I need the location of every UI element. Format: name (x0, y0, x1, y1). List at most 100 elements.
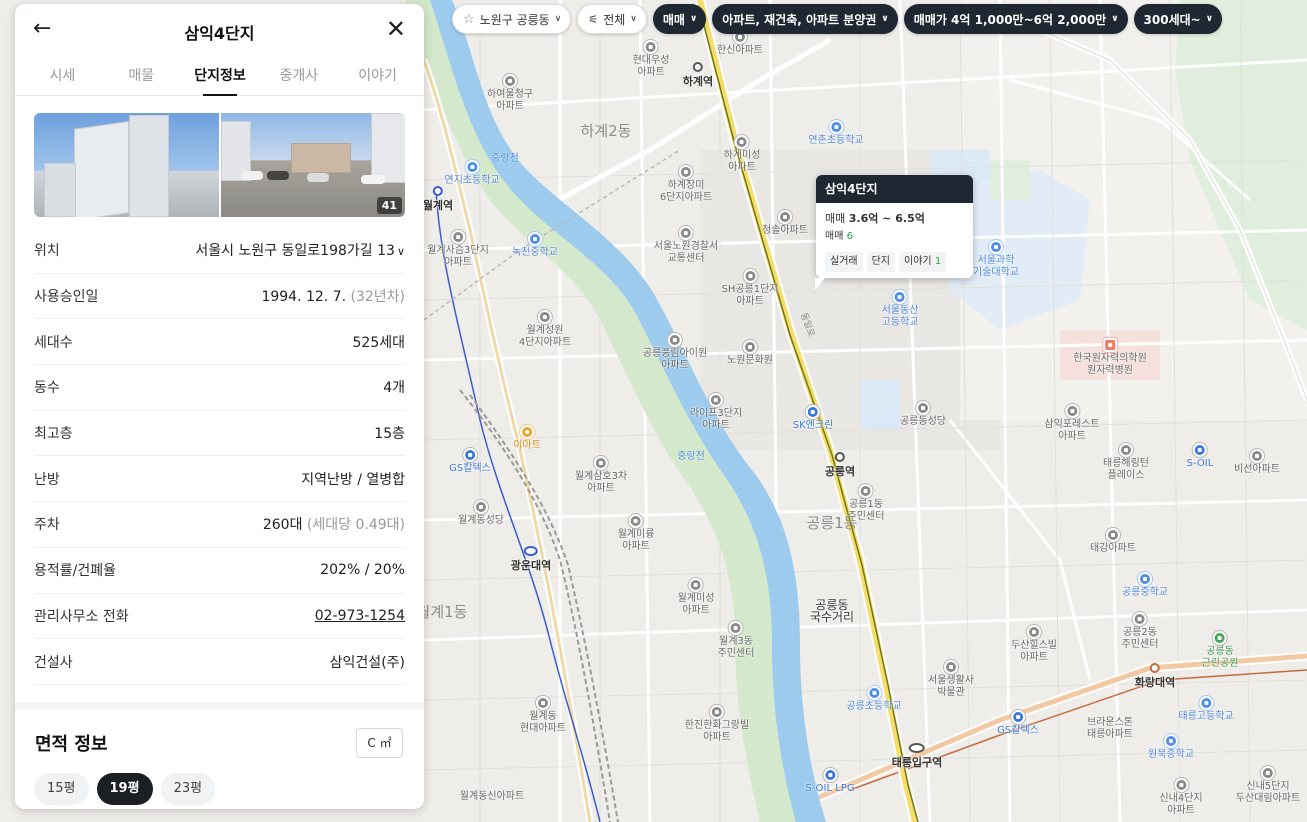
poi-gongneung-church[interactable]: 공릉동성당 (900, 401, 946, 428)
region-filter-chip[interactable]: ☆ 노원구 공릉동 ∨ (452, 4, 572, 34)
poi-doosan-hillsville[interactable]: 두산힐스빌 아파트 (1011, 625, 1057, 664)
station-hwarangdae[interactable]: 화랑대역 (1135, 663, 1175, 690)
poi-gongneung2-center[interactable]: 공릉2동 주민센터 (1122, 612, 1158, 651)
poi-gongneung-elementary[interactable]: 공릉초등학교 (846, 686, 902, 713)
station-gwangwoon[interactable]: 광운대역 (511, 546, 551, 573)
property-type-label: 아파트, 재건축, 아파트 분양권 (722, 12, 877, 27)
poi-sinnae4[interactable]: 신내4단지 아파트 (1159, 778, 1203, 817)
poi-gongneung-middle[interactable]: 공릉중학교 (1122, 572, 1168, 599)
info-row-location[interactable]: 위치 서울시 노원구 동일로198가길 13 ∨ (34, 228, 405, 274)
poi-wolgye-dongsin[interactable]: 월계동신아파트 (460, 776, 524, 803)
office-phone-link[interactable]: 02-973-1254 (315, 608, 405, 624)
households-label: 300세대~ (1143, 12, 1201, 27)
poi-noodle-street[interactable]: 공릉동 국수거리 (810, 584, 854, 623)
poi-cheongsol[interactable]: 청솔아파트 (762, 210, 808, 237)
poi-s-oil[interactable]: S-OIL (1187, 443, 1213, 470)
poi-wolgye-miryung[interactable]: 월계미륭 아파트 (618, 514, 654, 553)
info-row-key: 세대수 (34, 334, 73, 351)
station-gongneung[interactable]: 공릉역 (825, 452, 855, 479)
chevron-down-icon: ∨ (1205, 14, 1214, 24)
poi-gongneung-park[interactable]: 공릉동 근린공원 (1202, 631, 1238, 670)
poi-life3[interactable]: 라이프3단지 아파트 (690, 393, 742, 432)
school-icon (893, 290, 907, 304)
complex-photo-2[interactable]: 41 (220, 113, 405, 217)
building-icon (729, 621, 743, 635)
pyeong-chip-23[interactable]: 23평 (160, 773, 216, 805)
poi-wolgye-samho[interactable]: 월계삼호3차 아파트 (575, 456, 627, 495)
poi-hanjin-hanwha[interactable]: 한진한화그랑빌 아파트 (685, 705, 749, 744)
complex-photo-1[interactable] (34, 113, 219, 217)
complex-marker-popup[interactable]: 삼익4단지 매매 3.6억 ~ 6.5억 매매 6 실거래 단지 이야기 1 (815, 175, 973, 290)
popup-story-button[interactable]: 이야기 1 (899, 252, 947, 272)
tab-complex-info[interactable]: 단지정보 (181, 56, 260, 96)
poi-yeonji-school[interactable]: 연지초등학교 (444, 160, 500, 187)
poi-yeonchon-school[interactable]: 연촌초등학교 (808, 120, 864, 147)
tab-agents[interactable]: 중개사 (259, 56, 338, 95)
poi-gongneung1-center[interactable]: 공릉1동 주민센터 (848, 484, 884, 523)
school-icon (989, 240, 1003, 254)
poi-hayeoul[interactable]: 하여울청구 아파트 (487, 74, 533, 113)
poi-emart[interactable]: 이마트 (513, 425, 541, 452)
poi-pungrim-iwon[interactable]: 공릉풍림아이원 아파트 (643, 333, 707, 372)
poi-wolgye-church[interactable]: 월계동성당 (458, 500, 504, 527)
poi-sh-gongneung[interactable]: SH공릉1단지 아파트 (721, 269, 779, 308)
all-filter-chip[interactable]: ⚟ 전체 ∨ (577, 4, 647, 34)
poi-brownstone[interactable]: 브라운스톤 태릉아파트 (1087, 702, 1133, 741)
poi-wolgye-seongwon[interactable]: 월계성원 4단지아파트 (519, 310, 571, 349)
poi-sinnae5[interactable]: 신내5단지 두산대림아파트 (1236, 766, 1300, 805)
station-hagye[interactable]: 하계역 (683, 62, 713, 89)
poi-biseon[interactable]: 비선아파트 (1234, 449, 1280, 476)
poi-hanshin[interactable]: 한신아파트 (717, 30, 763, 57)
households-chip[interactable]: 300세대~ ∨ (1133, 4, 1223, 34)
tab-stories[interactable]: 이야기 (338, 56, 417, 95)
poi-taegang[interactable]: 태강아파트 (1090, 528, 1136, 555)
popup-complex-button[interactable]: 단지 (866, 252, 896, 272)
poi-nowon-culture[interactable]: 노원문화원 (727, 340, 773, 367)
poi-gs-caltex-2[interactable]: GS칼텍스 (997, 710, 1039, 737)
chevron-down-icon[interactable]: ∨ (397, 245, 405, 258)
poi-s-oil-lpg[interactable]: S-OIL LPG (805, 768, 855, 795)
unit-toggle-button[interactable]: C ㎡ (356, 728, 403, 758)
info-row-key: 관리사무소 전화 (34, 608, 129, 625)
price-range-chip[interactable]: 매매가 4억 1,000만~6억 2,000만 ∨ (903, 4, 1128, 34)
gas-station-icon (805, 405, 820, 419)
poi-wolgye-saseum[interactable]: 월계사슴3단지 아파트 (427, 230, 489, 269)
popup-deals-button[interactable]: 실거래 (825, 252, 863, 272)
all-filter-label: 전체 (603, 12, 626, 27)
poi-hagye-miseong[interactable]: 하계미성 아파트 (724, 135, 760, 174)
poi-living-museum[interactable]: 서울생활사 박물관 (928, 660, 974, 699)
poi-wolgye3-center[interactable]: 월계3동 주민센터 (718, 621, 754, 660)
station-taereung[interactable]: 태릉입구역 (892, 743, 942, 770)
pyeong-chip-19[interactable]: 19평 (96, 773, 153, 805)
building-icon (679, 165, 693, 179)
poi-nokcheon-school[interactable]: 녹천중학교 (512, 232, 558, 259)
tab-listings[interactable]: 매물 (102, 56, 181, 95)
info-row-floor-area-ratio: 용적률/건폐율 202% / 20% (34, 548, 405, 594)
trade-type-chip[interactable]: 매매 ∨ (652, 4, 707, 34)
poi-wonmuk-middle[interactable]: 원묵중학교 (1148, 734, 1194, 761)
poi-taereung-high[interactable]: 태릉고등학교 (1178, 696, 1234, 723)
info-row-parking: 주차 260대 (세대당 0.49대) (34, 502, 405, 548)
poi-wonjaryeok-hospital[interactable]: 한국원자력의학원 원자력병원 (1073, 338, 1147, 377)
building-icon (536, 696, 550, 710)
property-type-chip[interactable]: 아파트, 재건축, 아파트 분양권 ∨ (712, 4, 898, 34)
close-icon[interactable]: ✕ (386, 15, 406, 43)
tab-price[interactable]: 시세 (23, 56, 102, 95)
pyeong-chip-15[interactable]: 15평 (34, 773, 89, 805)
station-wolgye[interactable]: 월계역 (423, 186, 453, 213)
poi-samik-forest[interactable]: 삼익포레스트 아파트 (1044, 404, 1100, 443)
poi-gs-caltex-1[interactable]: GS칼텍스 (449, 448, 491, 475)
poi-taereung-harrington[interactable]: 태릉해링턴 플레이스 (1103, 443, 1149, 482)
poi-sk-enclean[interactable]: SK엔크린 (793, 405, 833, 432)
poi-hagye-jangmi[interactable]: 하계장미 6단지아파트 (660, 165, 712, 204)
building-icon (689, 578, 703, 592)
chevron-down-icon: ∨ (630, 14, 637, 24)
poi-wolgye-miseong[interactable]: 월계미성 아파트 (678, 578, 714, 617)
info-row-key: 사용승인일 (34, 289, 99, 306)
popup-title[interactable]: 삼익4단지 (816, 175, 973, 203)
poi-police-traffic[interactable]: 서울노원경찰서 교통센터 (654, 226, 718, 265)
poi-seoultech[interactable]: 서울과학 기술대학교 (973, 240, 1019, 279)
poi-wolgye-hyundai[interactable]: 월계동 현대아파트 (520, 696, 566, 735)
poi-hyundai-woosung[interactable]: 현대우성 아파트 (633, 40, 669, 79)
poi-dongsan-high[interactable]: 서울동산 고등학교 (882, 290, 918, 329)
